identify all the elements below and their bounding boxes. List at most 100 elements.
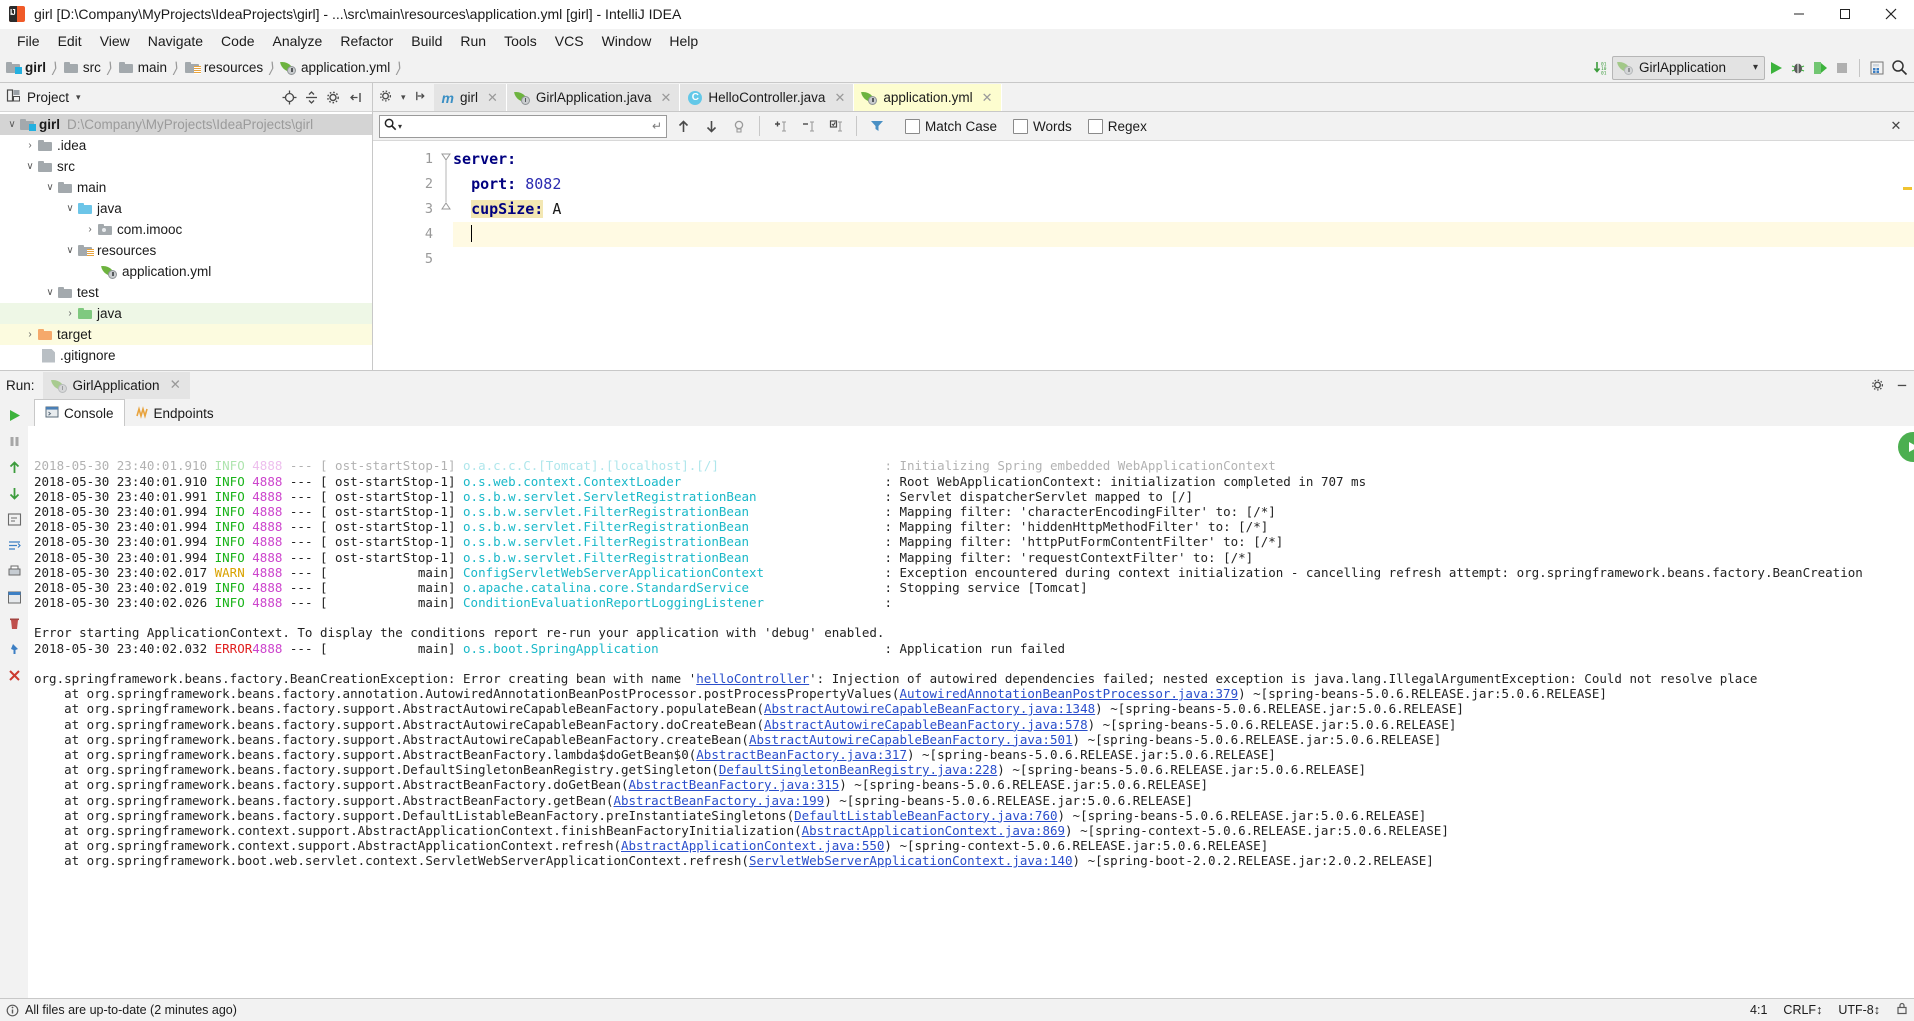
checkbox-box[interactable] bbox=[905, 118, 920, 134]
stacktrace-link[interactable]: AbstractBeanFactory.java:315 bbox=[629, 777, 840, 792]
editor-tab-girlapplication[interactable]: GirlApplication.java ✕ bbox=[506, 84, 681, 111]
menu-view[interactable]: View bbox=[91, 31, 139, 51]
select-all-occurrences-icon[interactable] bbox=[727, 114, 751, 138]
chevron-down-icon[interactable]: ▾ bbox=[401, 92, 406, 103]
soft-wrap-icon[interactable] bbox=[2, 507, 26, 531]
chevron-right-icon[interactable]: › bbox=[82, 224, 98, 235]
project-tree[interactable]: ∨ girl D:\Company\MyProjects\IdeaProject… bbox=[0, 112, 372, 370]
gear-icon[interactable] bbox=[1866, 373, 1890, 397]
stacktrace-link[interactable]: AutowiredAnnotationBeanPostProcessor.jav… bbox=[899, 686, 1238, 701]
debug-button[interactable] bbox=[1787, 57, 1809, 79]
chevron-right-icon[interactable]: › bbox=[22, 140, 38, 151]
checkbox-box[interactable] bbox=[1013, 118, 1029, 134]
close-icon[interactable]: ✕ bbox=[834, 90, 845, 106]
breadcrumb-application-yml[interactable]: application.yml bbox=[279, 60, 392, 75]
hide-run-window-icon[interactable] bbox=[1890, 373, 1914, 397]
tree-node-gitignore[interactable]: .gitignore bbox=[0, 345, 372, 366]
tree-node-java-test[interactable]: › java bbox=[0, 303, 372, 324]
chevron-down-icon[interactable]: ∨ bbox=[62, 245, 78, 256]
menu-help[interactable]: Help bbox=[660, 31, 707, 51]
console-history-icon[interactable] bbox=[2, 585, 26, 609]
close-button[interactable] bbox=[1868, 0, 1914, 28]
tree-node-girl[interactable]: ∨ girl D:\Company\MyProjects\IdeaProject… bbox=[0, 114, 372, 135]
download-binary-icon[interactable]: 01 10 01 bbox=[1590, 57, 1612, 79]
collapse-all-icon[interactable] bbox=[300, 86, 322, 108]
stacktrace-link[interactable]: AbstractAutowireCapableBeanFactory.java:… bbox=[764, 701, 1095, 716]
chevron-right-icon[interactable]: › bbox=[62, 308, 78, 319]
close-icon[interactable]: ✕ bbox=[982, 90, 993, 106]
hide-tool-window-icon[interactable] bbox=[344, 86, 366, 108]
checkbox-box[interactable] bbox=[1087, 118, 1103, 134]
tree-node-java-main[interactable]: ∨ java bbox=[0, 198, 372, 219]
menu-build[interactable]: Build bbox=[402, 31, 451, 51]
regex-checkbox[interactable]: Regex bbox=[1087, 118, 1147, 134]
filter-icon[interactable] bbox=[865, 114, 889, 138]
rerun-icon[interactable] bbox=[2, 403, 26, 427]
pause-icon[interactable] bbox=[2, 429, 26, 453]
menu-window[interactable]: Window bbox=[593, 31, 661, 51]
chevron-down-icon[interactable]: ▾ bbox=[76, 92, 81, 103]
run-configuration-tab[interactable]: GirlApplication ✕ bbox=[42, 371, 190, 399]
stop-button[interactable] bbox=[1831, 57, 1853, 79]
menu-vcs[interactable]: VCS bbox=[546, 31, 593, 51]
trash-icon[interactable] bbox=[2, 611, 26, 635]
stacktrace-link[interactable]: ServletWebServerApplicationContext.java:… bbox=[749, 853, 1073, 868]
find-previous-icon[interactable] bbox=[671, 114, 695, 138]
scroll-down-icon[interactable] bbox=[2, 481, 26, 505]
breadcrumb-resources[interactable]: resources bbox=[183, 60, 265, 75]
chevron-right-icon[interactable]: › bbox=[22, 329, 38, 340]
stacktrace-link[interactable]: helloController bbox=[696, 671, 809, 686]
stacktrace-link[interactable]: AbstractBeanFactory.java:199 bbox=[613, 793, 824, 808]
locate-file-icon[interactable] bbox=[278, 86, 300, 108]
breadcrumb-girl[interactable]: girl bbox=[4, 60, 48, 75]
stacktrace-link[interactable]: DefaultSingletonBeanRegistry.java:228 bbox=[719, 762, 997, 777]
maximize-button[interactable] bbox=[1822, 0, 1868, 28]
chevron-down-icon[interactable]: ∨ bbox=[42, 182, 58, 193]
chevron-down-icon[interactable]: ∨ bbox=[22, 161, 38, 172]
database-button[interactable] bbox=[1866, 57, 1888, 79]
gear-icon[interactable] bbox=[379, 89, 393, 106]
tree-node-target[interactable]: › target bbox=[0, 324, 372, 345]
print-icon[interactable] bbox=[2, 559, 26, 583]
menu-run[interactable]: Run bbox=[451, 31, 495, 51]
stacktrace-link[interactable]: DefaultListableBeanFactory.java:760 bbox=[794, 808, 1057, 823]
tree-node-main[interactable]: ∨ main bbox=[0, 177, 372, 198]
file-encoding[interactable]: UTF-8↕ bbox=[1838, 1003, 1880, 1017]
match-case-checkbox[interactable]: Match Case bbox=[905, 118, 997, 134]
chevron-down-icon[interactable]: ∨ bbox=[4, 119, 20, 130]
menu-refactor[interactable]: Refactor bbox=[331, 31, 402, 51]
minimize-button[interactable] bbox=[1776, 0, 1822, 28]
chevron-down-icon[interactable]: ▾ bbox=[398, 122, 402, 131]
breadcrumb-src[interactable]: src bbox=[62, 60, 103, 75]
code-content[interactable]: server: port: 8082 cupSize: A bbox=[453, 141, 1914, 370]
chevron-down-icon[interactable]: ∨ bbox=[62, 203, 78, 214]
menu-code[interactable]: Code bbox=[212, 31, 263, 51]
stacktrace-link[interactable]: AbstractAutowireCapableBeanFactory.java:… bbox=[764, 717, 1088, 732]
search-everywhere-icon[interactable] bbox=[1888, 57, 1910, 79]
editor-warning-marker[interactable] bbox=[1903, 187, 1912, 190]
stacktrace-link[interactable]: AbstractApplicationContext.java:550 bbox=[621, 838, 884, 853]
stacktrace-link[interactable]: AbstractBeanFactory.java:317 bbox=[696, 747, 907, 762]
tree-node-resources[interactable]: ∨ resources bbox=[0, 240, 372, 261]
editor-tab-application-yml[interactable]: application.yml ✕ bbox=[854, 84, 1002, 111]
editor-tab-girl[interactable]: m girl ✕ bbox=[433, 84, 507, 111]
editor-tab-hellocontroller[interactable]: C HelloController.java ✕ bbox=[680, 84, 855, 111]
wrap-text-icon[interactable] bbox=[2, 533, 26, 557]
remove-selection-icon[interactable] bbox=[796, 114, 820, 138]
code-editor[interactable]: 1 2 3 4 5 server: port: 8082 cupSize: A bbox=[373, 141, 1914, 370]
pin-icon[interactable] bbox=[2, 637, 26, 661]
info-icon[interactable] bbox=[6, 1004, 19, 1017]
stacktrace-link[interactable]: AbstractAutowireCapableBeanFactory.java:… bbox=[749, 732, 1073, 747]
stacktrace-link[interactable]: AbstractApplicationContext.java:869 bbox=[802, 823, 1065, 838]
select-all-icon[interactable] bbox=[824, 114, 848, 138]
breadcrumb-main[interactable]: main bbox=[117, 60, 169, 75]
menu-analyze[interactable]: Analyze bbox=[264, 31, 332, 51]
caret-position[interactable]: 4:1 bbox=[1750, 1003, 1767, 1017]
run-with-coverage-button[interactable] bbox=[1809, 57, 1831, 79]
run-subtab-console[interactable]: Console bbox=[34, 399, 125, 426]
tree-node-test[interactable]: ∨ test bbox=[0, 282, 372, 303]
run-button[interactable] bbox=[1765, 57, 1787, 79]
run-configuration-selector[interactable]: GirlApplication ▾ bbox=[1612, 55, 1765, 80]
close-icon[interactable]: ✕ bbox=[487, 90, 498, 106]
tree-node-com-imooc[interactable]: › com.imooc bbox=[0, 219, 372, 240]
